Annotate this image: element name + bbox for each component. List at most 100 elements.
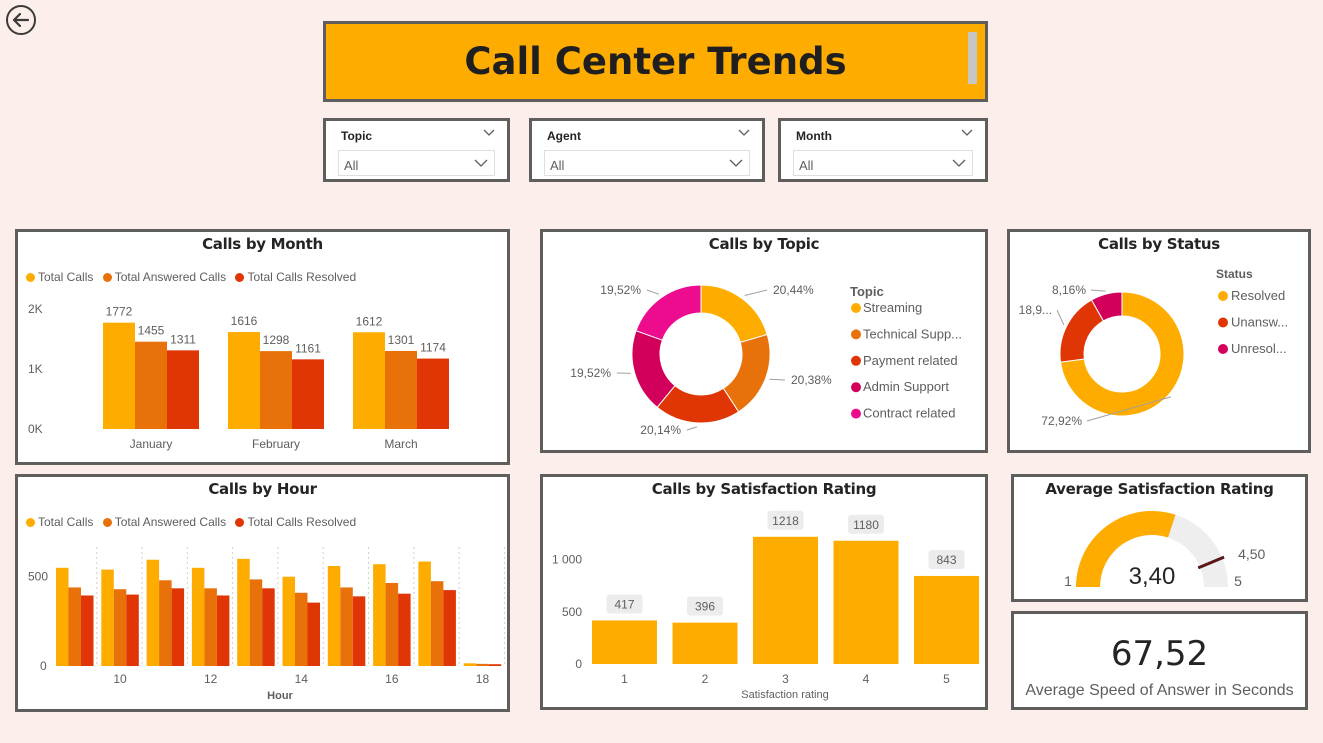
bar [914,575,979,664]
bar [249,579,263,666]
legend-item-label: Admin Support [863,379,949,394]
bar [463,663,477,666]
slicer-agent-dropdown[interactable]: All [544,150,750,176]
leader-line [769,378,786,381]
bar [81,595,94,666]
bar [228,332,260,429]
donut-slice [700,284,768,344]
x-tick-label: 1 [621,672,628,686]
calls-by-status-chart: 72,92% 18,9...8,16% Status Resolved Unansw..… [1019,267,1288,428]
calls-by-topic-chart: 20,44% 20,38% 20,14% 19,52% 19,52% TopicStrea… [570,283,962,437]
x-tick-label: 16 [385,672,399,686]
gauge-value: 3,40 [1129,563,1176,590]
bar [385,582,399,666]
bar [56,567,69,666]
calls-by-month-panel: Calls by Month Total Calls Total Answere… [15,229,510,465]
data-label: 20,38% [791,373,832,387]
avg-speed-panel: 67,52 Average Speed of Answer in Seconds [1011,611,1308,710]
slicer-month-value: All [799,158,814,173]
avg-satisfaction-gauge: 3,40 1 5 4,50 [1064,511,1266,590]
legend-item-label: Streaming [863,300,922,315]
bar [476,663,489,666]
calls-by-satisfaction-panel: Calls by Satisfaction Rating 1 000 500 0 41… [540,474,988,710]
slicer-agent-label: Agent [547,129,581,143]
bar [68,587,81,666]
y-tick-label: 1K [28,362,43,376]
data-label: 1772 [106,305,133,319]
chevron-down-icon[interactable] [738,127,750,137]
header-scrollbar[interactable] [968,32,977,84]
legend-dot [851,408,861,419]
bar [113,589,127,666]
bar [191,567,205,666]
bar [101,569,114,666]
x-axis-title: Satisfaction rating [741,689,828,701]
gauge-min-label: 1 [1064,573,1072,589]
bar [418,561,431,666]
bar [103,322,135,429]
x-tick-label: 4 [863,672,870,686]
y-tick-label: 0 [575,657,582,671]
chevron-down-icon[interactable] [961,127,973,137]
data-label: 8,16% [1052,283,1086,297]
x-tick-label: January [130,437,173,451]
bar [295,592,308,666]
bar [307,602,320,666]
bar [135,341,167,429]
data-label: 1612 [356,314,383,328]
bar [353,332,385,429]
page-title: Call Center Trends [464,40,847,83]
slicer-topic[interactable]: Topic All [323,118,510,182]
x-tick-label: 10 [113,672,127,686]
leader-line [744,289,768,297]
back-arrow-icon [6,5,36,35]
data-label: 843 [936,553,956,567]
legend-item-label: Unansw... [1231,315,1288,330]
y-tick-label: 1 000 [552,553,582,567]
y-tick-label: 500 [562,605,582,619]
legend-dot [851,355,861,366]
data-label: 1301 [388,333,415,347]
data-label: 1161 [295,341,321,355]
avg-speed-value: 67,52 [1110,634,1209,674]
data-label: 20,44% [773,283,814,297]
y-tick-label: 500 [28,570,48,584]
legend-item-label: Unresol... [1231,341,1287,356]
bar [260,351,292,429]
legend-title: Status [1216,267,1253,281]
data-label: 20,14% [640,423,681,437]
leader-line [686,426,698,431]
bar [430,581,444,666]
bar [443,590,456,666]
calls-by-month-chart: 2K 1K 0K 1772 1455 1311 January 1616 1298 1161 Feb… [28,302,449,451]
bar [262,588,275,666]
leader-line [1056,309,1065,326]
header-banner: Call Center Trends [323,21,988,102]
bar [340,587,353,666]
bar [488,664,502,666]
legend-title: Topic [850,284,884,299]
bar [204,588,217,666]
bar [146,559,160,666]
slicer-month-dropdown[interactable]: All [793,150,973,176]
bar [237,558,250,666]
bar [126,594,139,666]
slicer-month[interactable]: Month All [778,118,988,182]
bar [327,566,341,666]
x-tick-label: 18 [476,672,490,686]
data-label: 1455 [138,324,165,338]
data-label: 72,92% [1041,414,1082,428]
chevron-down-icon [952,159,966,167]
slicer-agent[interactable]: Agent All [529,118,765,182]
data-label: 1180 [853,518,879,532]
gauge-max-label: 5 [1234,573,1242,589]
slicer-topic-value: All [344,158,359,173]
data-label: 1298 [263,333,290,347]
data-label: 1174 [420,341,446,355]
chevron-down-icon[interactable] [483,127,495,137]
legend-dot [851,329,861,340]
slicer-topic-dropdown[interactable]: All [338,150,495,176]
slicer-topic-label: Topic [341,129,373,143]
legend-item-label: Resolved [1231,288,1285,303]
back-button[interactable] [5,4,37,36]
